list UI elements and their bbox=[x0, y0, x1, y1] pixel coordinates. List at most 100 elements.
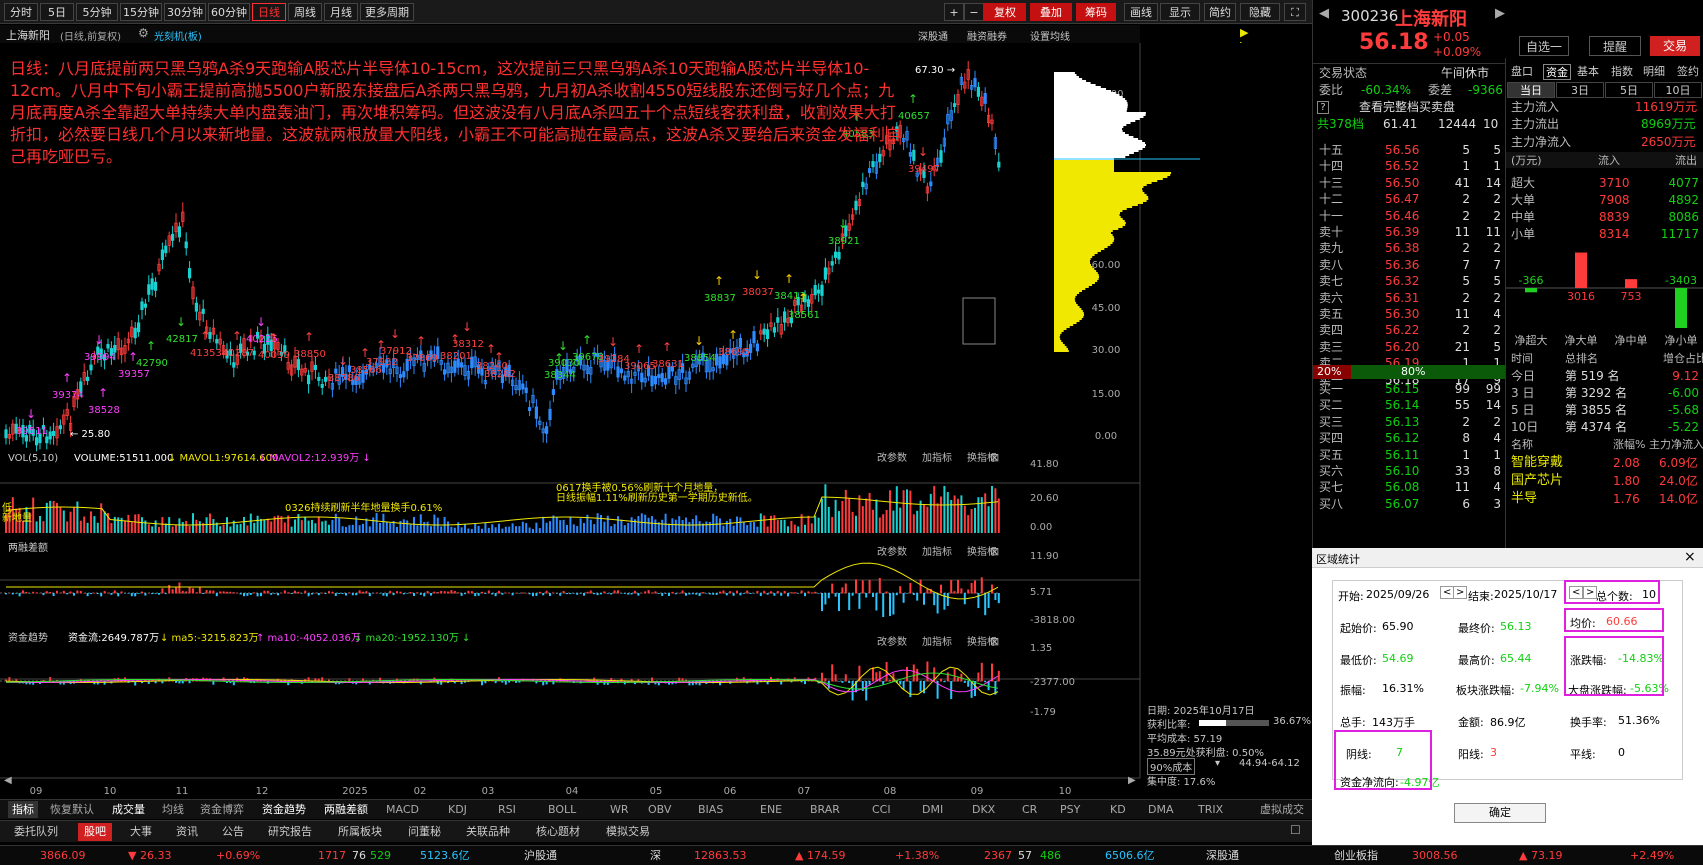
toolbar-btn-6[interactable]: 隐藏 bbox=[1240, 3, 1280, 21]
info-tab-1[interactable]: 股吧 bbox=[78, 823, 112, 841]
period-tab-2[interactable]: 5分钟 bbox=[76, 3, 118, 21]
collapse-icon[interactable]: ☐ bbox=[1290, 823, 1301, 837]
info-tab-7[interactable]: 问董秘 bbox=[402, 823, 447, 841]
period-tab-9[interactable]: 更多周期 bbox=[360, 3, 414, 21]
close-icon[interactable]: ⊠ bbox=[990, 545, 999, 558]
sector-name[interactable]: 国产芯片 bbox=[1511, 473, 1563, 489]
link-hsgt[interactable]: 深股通 bbox=[918, 28, 948, 43]
period-tab-3[interactable]: 15分钟 bbox=[120, 3, 162, 21]
chevron-left-icon[interactable]: ◀ bbox=[4, 775, 12, 786]
close-icon[interactable]: ⊠ bbox=[990, 451, 999, 464]
period-tab-4[interactable]: 30分钟 bbox=[164, 3, 206, 21]
period-tab-7[interactable]: 周线 bbox=[288, 3, 322, 21]
period-tab-5[interactable]: 60分钟 bbox=[208, 3, 250, 21]
info-tab-5[interactable]: 研究报告 bbox=[262, 823, 318, 841]
toolbar-btn-0[interactable]: 复权 bbox=[984, 3, 1026, 21]
period-tab-0[interactable]: 分时 bbox=[4, 3, 38, 21]
fund-panel-link-1[interactable]: 加指标 bbox=[922, 635, 952, 648]
sell-price[interactable]: 56.56 bbox=[1385, 142, 1419, 158]
sell-price[interactable]: 56.22 bbox=[1385, 322, 1419, 338]
sell-price[interactable]: 56.38 bbox=[1385, 240, 1419, 256]
buy-price[interactable]: 56.12 bbox=[1385, 430, 1419, 446]
indicator-tab-13[interactable]: BIAS bbox=[694, 801, 727, 818]
buy-price[interactable]: 56.08 bbox=[1385, 479, 1419, 495]
buy-price[interactable]: 56.11 bbox=[1385, 447, 1419, 463]
link-margin[interactable]: 融资融券 bbox=[967, 28, 1007, 43]
indicator-tab-8[interactable]: KDJ bbox=[444, 801, 471, 818]
toolbar-btn-4[interactable]: 显示 bbox=[1160, 3, 1200, 21]
toolbar-btn-5[interactable]: 简约 bbox=[1204, 3, 1236, 21]
next-stock-icon[interactable]: ▶ bbox=[1495, 6, 1505, 21]
indicator-tab-9[interactable]: RSI bbox=[494, 801, 520, 818]
indicator-tab-24[interactable]: 虚拟成交量 bbox=[1256, 801, 1312, 833]
chevron-right-icon[interactable]: > bbox=[1453, 586, 1468, 599]
period-tab-8[interactable]: 月线 bbox=[324, 3, 358, 21]
alert-button[interactable]: 提醒 bbox=[1589, 36, 1641, 56]
indicator-tab-21[interactable]: KD bbox=[1106, 801, 1130, 818]
trade-button[interactable]: 交易 bbox=[1650, 36, 1700, 56]
prev-stock-icon[interactable]: ◀ bbox=[1319, 6, 1329, 21]
info-tab-8[interactable]: 关联品种 bbox=[460, 823, 516, 841]
fund-tab-2[interactable]: 基本 bbox=[1575, 64, 1601, 80]
indicator-tab-11[interactable]: WR bbox=[606, 801, 633, 818]
sell-price[interactable]: 56.47 bbox=[1385, 191, 1419, 207]
info-tab-3[interactable]: 资讯 bbox=[170, 823, 204, 841]
indicator-tab-0[interactable]: 指标 bbox=[8, 801, 38, 818]
indicator-tab-18[interactable]: DKX bbox=[968, 801, 999, 818]
indicator-tab-4[interactable]: 资金博弈 bbox=[196, 801, 248, 818]
sell-price[interactable]: 56.50 bbox=[1385, 175, 1419, 191]
fund-tab-3[interactable]: 指数 bbox=[1609, 64, 1635, 80]
indicator-tab-20[interactable]: PSY bbox=[1056, 801, 1084, 818]
margin-panel-link-1[interactable]: 加指标 bbox=[922, 545, 952, 558]
day-tab-2[interactable]: 5日 bbox=[1605, 82, 1653, 98]
buy-price[interactable]: 56.07 bbox=[1385, 496, 1419, 512]
end-date[interactable]: 2025/10/17 bbox=[1494, 588, 1557, 601]
day-tab-0[interactable]: 当日 bbox=[1507, 82, 1555, 98]
indicator-tab-23[interactable]: TRIX bbox=[1194, 801, 1227, 818]
link-ma-settings[interactable]: 设置均线 bbox=[1030, 28, 1070, 43]
fund-tab-4[interactable]: 明细 bbox=[1641, 64, 1667, 80]
sell-price[interactable]: 56.30 bbox=[1385, 306, 1419, 322]
zoom-out-button[interactable]: − bbox=[964, 3, 984, 21]
fund-tab-0[interactable]: 盘口 bbox=[1509, 64, 1535, 80]
sector-indicator[interactable]: 光刻机(板) bbox=[154, 28, 202, 43]
info-tab-9[interactable]: 核心题材 bbox=[530, 823, 586, 841]
toolbar-btn-1[interactable]: 叠加 bbox=[1030, 3, 1072, 21]
sell-price[interactable]: 56.39 bbox=[1385, 224, 1419, 240]
toolbar-btn-3[interactable]: 画线 bbox=[1124, 3, 1158, 21]
zoom-in-button[interactable]: + bbox=[944, 3, 964, 21]
day-tab-3[interactable]: 10日 bbox=[1654, 82, 1702, 98]
info-tab-2[interactable]: 大事 bbox=[124, 823, 158, 841]
full-book-button[interactable]: 查看完整档买卖盘 bbox=[1359, 99, 1455, 115]
indicator-tab-5[interactable]: 资金趋势 bbox=[258, 801, 310, 818]
sector-name[interactable]: 智能穿戴 bbox=[1511, 455, 1563, 471]
info-tab-4[interactable]: 公告 bbox=[216, 823, 250, 841]
fund-tab-1[interactable]: 资金 bbox=[1543, 64, 1571, 80]
sgt-link[interactable]: 深股通 bbox=[1206, 845, 1239, 865]
indicator-tab-22[interactable]: DMA bbox=[1144, 801, 1178, 818]
day-tab-1[interactable]: 3日 bbox=[1556, 82, 1604, 98]
ok-button[interactable]: 确定 bbox=[1454, 803, 1546, 823]
indicator-tab-10[interactable]: BOLL bbox=[544, 801, 580, 818]
period-tab-1[interactable]: 5日 bbox=[40, 3, 74, 21]
fullscreen-icon[interactable]: ⛶ bbox=[1284, 3, 1306, 21]
sell-price[interactable]: 56.36 bbox=[1385, 257, 1419, 273]
buy-price[interactable]: 56.10 bbox=[1385, 463, 1419, 479]
indicator-tab-3[interactable]: 均线 bbox=[158, 801, 188, 818]
gear-icon[interactable]: ⚙ bbox=[138, 26, 149, 40]
toolbar-btn-2[interactable]: 筹码 bbox=[1076, 3, 1116, 21]
margin-panel-link-0[interactable]: 改参数 bbox=[877, 545, 907, 558]
sector-name[interactable]: 半导 bbox=[1511, 491, 1537, 507]
info-tab-6[interactable]: 所属板块 bbox=[332, 823, 388, 841]
period-tab-6[interactable]: 日线 bbox=[252, 3, 286, 21]
sell-price[interactable]: 56.20 bbox=[1385, 339, 1419, 355]
close-icon[interactable]: ⊠ bbox=[990, 635, 999, 648]
sell-price[interactable]: 56.52 bbox=[1385, 158, 1419, 174]
vol-panel-link-0[interactable]: 改参数 bbox=[877, 451, 907, 464]
sell-price[interactable]: 56.31 bbox=[1385, 290, 1419, 306]
indicator-tab-12[interactable]: OBV bbox=[644, 801, 675, 818]
chevron-right-icon[interactable]: ▶ bbox=[1128, 775, 1136, 786]
indicator-tab-15[interactable]: BRAR bbox=[806, 801, 844, 818]
vol-panel-link-1[interactable]: 加指标 bbox=[922, 451, 952, 464]
fund-tab-5[interactable]: 签约 bbox=[1675, 64, 1701, 80]
